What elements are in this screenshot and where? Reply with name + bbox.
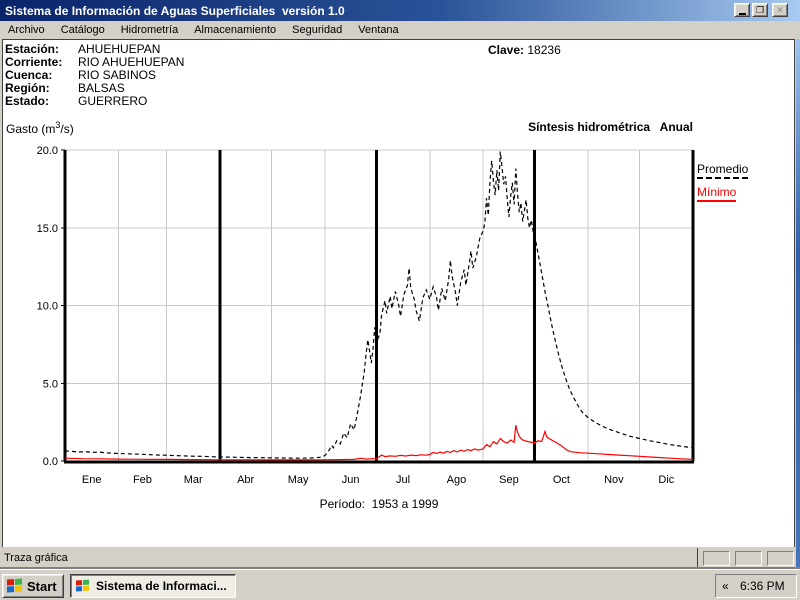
svg-text:10.0: 10.0 (37, 301, 58, 313)
legend-item: Mínimo (697, 185, 737, 202)
status-panel (703, 550, 730, 566)
menu-item-hidrometria[interactable]: Hidrometría (113, 22, 186, 38)
desktop-wallpaper-strip (796, 39, 800, 569)
taskbar-task-button[interactable]: Sistema de Informaci... (70, 574, 236, 598)
windows-logo-icon (7, 578, 23, 593)
svg-text:Mar: Mar (184, 474, 203, 486)
system-tray: « 6:36 PM (715, 574, 797, 598)
start-label: Start (27, 578, 57, 594)
status-text: Traza gráfica (4, 552, 68, 564)
tray-clock[interactable]: 6:36 PM (735, 579, 796, 593)
legend-line-sample (697, 177, 749, 179)
desktop-screen: Sistema de Información de Aguas Superfic… (0, 0, 800, 600)
status-panel (735, 550, 762, 566)
close-button[interactable]: ✕ (772, 3, 788, 17)
menu-item-seguridad[interactable]: Seguridad (284, 22, 350, 38)
chart-svg: 20.0 15.0 10.0 5.0 0.0 Ene Feb Mar Abr May Jun Jul A… (37, 145, 695, 486)
svg-text:May: May (288, 474, 309, 486)
legend-label-promedio: Promedio (697, 162, 749, 176)
chart-y-axis-title: Gasto (m3/s) (6, 120, 74, 136)
status-bar: Traza gráfica (0, 547, 796, 569)
svg-text:Sep: Sep (499, 474, 519, 486)
svg-text:Feb: Feb (133, 474, 152, 486)
svg-text:Ago: Ago (447, 474, 467, 486)
station-label: Estado: (5, 94, 50, 108)
restore-icon: ❐ (755, 4, 765, 15)
close-icon: ✕ (776, 4, 784, 15)
tray-collapse-chevron-icon[interactable]: « (716, 579, 735, 593)
chart-title: Síntesis hidrométrica Anual (528, 120, 693, 134)
legend-item: Promedio (697, 162, 749, 179)
svg-text:20.0: 20.0 (37, 145, 58, 157)
chart-legend: Promedio Mínimo (697, 162, 749, 208)
svg-text:Ene: Ene (82, 474, 102, 486)
taskbar: Start Sistema de Informaci... « 6:36 PM (0, 569, 800, 600)
minimize-icon (738, 12, 746, 15)
svg-text:Oct: Oct (553, 474, 570, 486)
legend-label-minimo: Mínimo (697, 185, 737, 199)
station-info: Estación: AHUEHUEPAN Corriente: RIO AHUE… (5, 43, 184, 108)
svg-text:Nov: Nov (604, 474, 624, 486)
minimize-button[interactable] (734, 3, 750, 17)
menu-bar: Archivo Catálogo Hidrometría Almacenamie… (0, 21, 800, 39)
svg-text:5.0: 5.0 (43, 378, 58, 390)
station-value: GUERRERO (78, 94, 148, 108)
station-clave: Clave: 18236 (488, 43, 561, 57)
menu-item-ventana[interactable]: Ventana (350, 22, 406, 38)
window-controls: ❐ ✕ (732, 3, 788, 17)
menu-item-archivo[interactable]: Archivo (0, 22, 53, 38)
client-area: Estación: AHUEHUEPAN Corriente: RIO AHUE… (2, 39, 795, 548)
app-icon (76, 579, 91, 593)
start-button[interactable]: Start (2, 574, 64, 598)
svg-text:15.0: 15.0 (37, 223, 58, 235)
window-title: Sistema de Información de Aguas Superfic… (5, 3, 345, 18)
svg-text:Dic: Dic (658, 474, 674, 486)
menu-item-catalogo[interactable]: Catálogo (53, 22, 113, 38)
svg-text:0.0: 0.0 (43, 456, 58, 468)
status-panels (698, 550, 796, 566)
status-panel (767, 550, 794, 566)
menu-item-almacenamiento[interactable]: Almacenamiento (186, 22, 284, 38)
chart-period-label: Período: 1953 a 1999 (319, 497, 439, 511)
task-button-label: Sistema de Informaci... (96, 579, 227, 593)
legend-line-sample (697, 200, 737, 202)
svg-text:Abr: Abr (237, 474, 254, 486)
clave-value: 18236 (527, 43, 561, 57)
clave-label: Clave: (488, 43, 525, 57)
restore-button[interactable]: ❐ (752, 3, 768, 17)
svg-text:Jun: Jun (342, 474, 360, 486)
svg-text:Jul: Jul (396, 474, 410, 486)
window-titlebar: Sistema de Información de Aguas Superfic… (0, 0, 800, 21)
station-row-estado: Estado: GUERRERO (5, 95, 184, 108)
